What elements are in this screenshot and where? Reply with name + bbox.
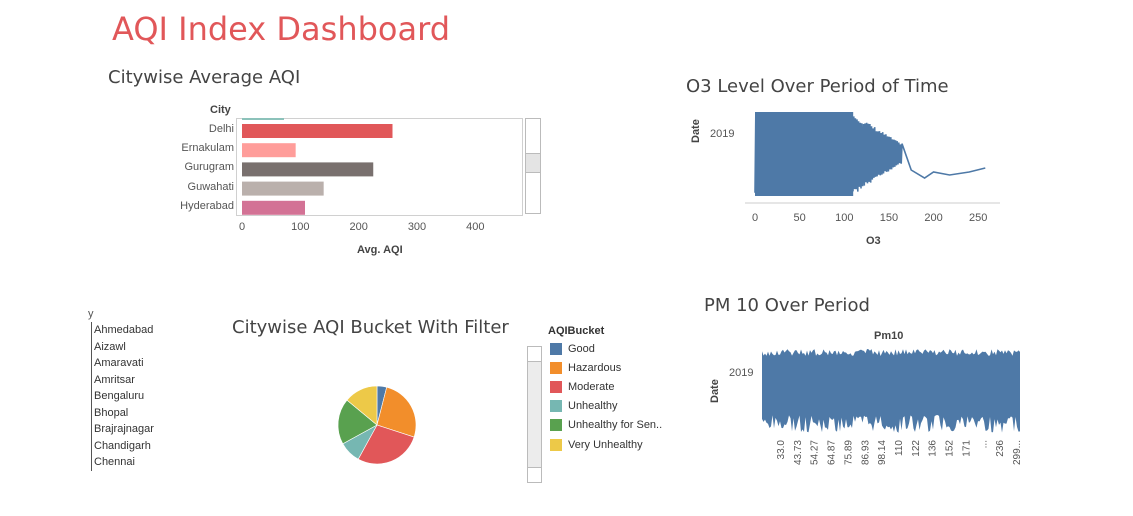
legend-item[interactable]: Unhealthy — [550, 397, 662, 416]
legend-swatch — [550, 342, 562, 355]
pm10-x-tick: 171 — [961, 440, 972, 457]
dashboard-title: AQI Index Dashboard — [112, 10, 450, 48]
pm10-y-axis-title: Date — [709, 379, 721, 403]
o3-x-tick: 0 — [752, 212, 758, 224]
o3-dense-area — [755, 112, 854, 196]
legend-swatch — [550, 380, 562, 393]
pm10-x-tick: ... — [978, 440, 989, 448]
o3-x-tick: 250 — [969, 212, 987, 224]
bar-category-label: Hyderabad — [180, 199, 234, 212]
city-filter-item[interactable]: Bhopal — [94, 405, 154, 422]
bar[interactable] — [242, 200, 305, 215]
bar[interactable] — [242, 181, 324, 196]
pm10-x-tick: 236 — [995, 440, 1006, 457]
city-filter-item[interactable]: Brajrajnagar — [94, 421, 154, 438]
city-filter-list[interactable]: Ahmedabad Aizawl Amaravati Amritsar Bengalur… — [91, 322, 154, 471]
o3-chart-title: O3 Level Over Period of Time — [686, 76, 949, 97]
bar[interactable] — [242, 162, 374, 177]
bar-category-label: Ernakulam — [181, 142, 234, 155]
bar-chart-title: Citywise Average AQI — [108, 67, 301, 88]
bar-x-tick: 0 — [239, 221, 245, 233]
pm10-x-axis: 33.0 43.73 54.27 64.87 75.89 86.93 98.14 110 122… — [776, 440, 1023, 465]
legend-swatch — [550, 419, 562, 432]
pm10-x-tick: 110 — [894, 440, 905, 456]
pm10-x-tick: 75.89 — [843, 440, 854, 465]
o3-x-tick: 150 — [880, 212, 898, 224]
legend-item[interactable]: Very Unhealthy — [550, 435, 662, 454]
bar-x-tick: 200 — [349, 221, 367, 233]
legend-item[interactable]: Good — [550, 339, 662, 358]
legend-scroll-thumb[interactable] — [528, 361, 541, 468]
aqi-bucket-legend: Good Hazardous Moderate Unhealthy Unhealthy … — [550, 339, 662, 454]
bar-chart-scrollbar[interactable] — [525, 118, 541, 214]
city-filter-header: y — [88, 308, 94, 320]
bar-chart-scroll-thumb[interactable] — [526, 153, 540, 173]
legend-label: Good — [568, 342, 595, 355]
o3-x-tick: 50 — [794, 212, 806, 224]
pm10-x-tick: 43.73 — [793, 440, 804, 465]
bar-category-labels: Delhi Ernakulam Gurugram Guwahati Hyderabad — [150, 118, 234, 216]
city-filter-item[interactable]: Aizawl — [94, 339, 154, 356]
o3-y-axis-title: Date — [690, 119, 702, 143]
legend-label: Hazardous — [568, 361, 622, 374]
legend-swatch — [550, 438, 562, 451]
legend-item[interactable]: Moderate — [550, 377, 662, 396]
bar-x-tick: 100 — [291, 221, 309, 233]
legend-swatch — [550, 400, 562, 413]
o3-x-tick: 100 — [835, 212, 853, 224]
pm10-x-tick: 152 — [945, 440, 956, 457]
city-filter-item[interactable]: Amritsar — [94, 372, 154, 389]
pm10-series-area — [762, 349, 1020, 433]
bar-category-label: Guwahati — [187, 180, 234, 193]
bar-x-axis-title: Avg. AQI — [357, 244, 403, 256]
pm10-x-tick: 98.14 — [877, 440, 888, 465]
city-filter-item[interactable]: Ahmedabad — [94, 322, 154, 339]
o3-x-axis-title: O3 — [866, 235, 881, 247]
legend-label: Very Unhealthy — [568, 438, 643, 451]
legend-item[interactable]: Unhealthy for Sen.. — [550, 416, 662, 435]
legend-title: AQIBucket — [548, 325, 605, 337]
legend-label: Unhealthy — [568, 400, 618, 413]
legend-label: Unhealthy for Sen.. — [568, 419, 663, 432]
pm10-y-tick: 2019 — [729, 367, 754, 379]
pm10-column-header: Pm10 — [874, 330, 904, 342]
city-filter-item[interactable]: Chandigarh — [94, 438, 154, 455]
bar-chart — [236, 118, 523, 216]
bar-category-label: Gurugram — [184, 161, 234, 174]
legend-label: Moderate — [568, 380, 615, 393]
city-filter-item[interactable]: Amaravati — [94, 355, 154, 372]
pm10-x-tick: 86.93 — [860, 440, 871, 465]
bar-x-tick: 400 — [466, 221, 484, 233]
bar-partial — [242, 118, 284, 120]
pie-chart — [337, 385, 417, 465]
bar-category-label: Delhi — [208, 123, 234, 135]
o3-line-chart: 0 50 100 150 200 250 — [745, 112, 1000, 224]
legend-swatch — [550, 361, 562, 374]
pm10-x-tick: 54.27 — [810, 440, 821, 465]
o3-x-tick: 200 — [924, 212, 942, 224]
pm10-x-tick: 136 — [928, 440, 939, 457]
legend-scrollbar[interactable] — [527, 346, 542, 483]
bar-x-axis: 0 100 200 300 400 — [239, 221, 485, 233]
bar[interactable] — [242, 143, 296, 158]
pm10-area-chart — [762, 349, 1020, 433]
city-filter-item[interactable]: Bengaluru — [94, 388, 154, 405]
legend-item[interactable]: Hazardous — [550, 358, 662, 377]
city-filter-item[interactable]: Chennai — [94, 454, 154, 471]
pm10-x-tick: 64.87 — [827, 440, 838, 465]
pm10-sheet-title: PM 10 Over Period — [704, 295, 870, 316]
o3-y-tick: 2019 — [710, 128, 735, 140]
pm10-x-tick: 299... — [1012, 440, 1023, 465]
bar-x-tick: 300 — [408, 221, 426, 233]
bar[interactable] — [242, 124, 393, 138]
bar-row-header: City — [210, 104, 231, 116]
pm10-x-tick: 33.0 — [776, 440, 787, 460]
pm10-x-tick: 122 — [911, 440, 922, 457]
pie-chart-title: Citywise AQI Bucket With Filter — [232, 317, 509, 338]
